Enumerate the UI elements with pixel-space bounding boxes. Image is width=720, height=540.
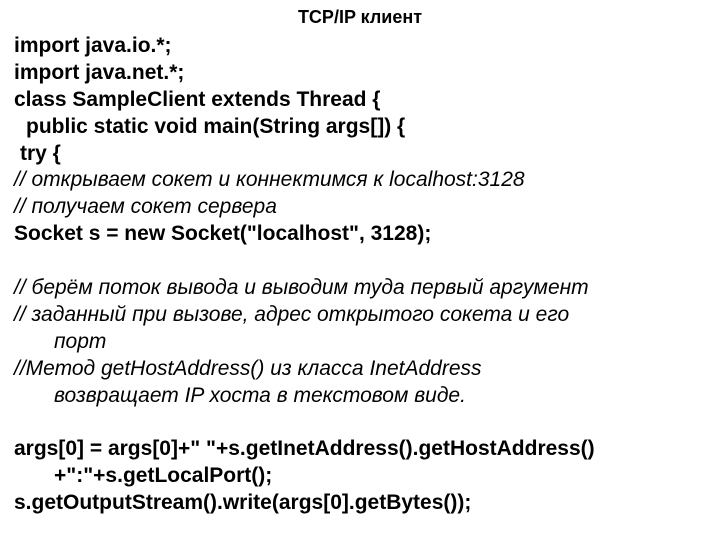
blank-line bbox=[14, 248, 706, 275]
blank-line bbox=[14, 409, 706, 436]
page-title: TCP/IP клиент bbox=[14, 6, 706, 29]
comment-line: // открываем сокет и коннектимся к local… bbox=[14, 167, 706, 194]
comment-line-wrap: порт bbox=[14, 329, 706, 356]
code-line-wrap: +":"+s.getLocalPort(); bbox=[14, 463, 706, 490]
code-line: try { bbox=[14, 141, 706, 168]
code-line: import java.net.*; bbox=[14, 60, 706, 87]
document-page: TCP/IP клиент import java.io.*; import j… bbox=[0, 0, 720, 540]
code-line: class SampleClient extends Thread { bbox=[14, 87, 706, 114]
code-line: s.getOutputStream().write(args[0].getByt… bbox=[14, 490, 706, 517]
comment-line: // получаем сокет сервера bbox=[14, 194, 706, 221]
comment-line: // заданный при вызове, адрес открытого … bbox=[14, 302, 706, 329]
code-line: args[0] = args[0]+" "+s.getInetAddress()… bbox=[14, 436, 706, 463]
comment-line-wrap: возвращает IP хоста в текстовом виде. bbox=[14, 383, 706, 410]
comment-line: //Метод getHostAddress() из класса InetA… bbox=[14, 356, 706, 383]
comment-line: // берём поток вывода и выводим туда пер… bbox=[14, 275, 706, 302]
code-line: import java.io.*; bbox=[14, 33, 706, 60]
code-line: Socket s = new Socket("localhost", 3128)… bbox=[14, 221, 706, 248]
code-line: public static void main(String args[]) { bbox=[14, 114, 706, 141]
